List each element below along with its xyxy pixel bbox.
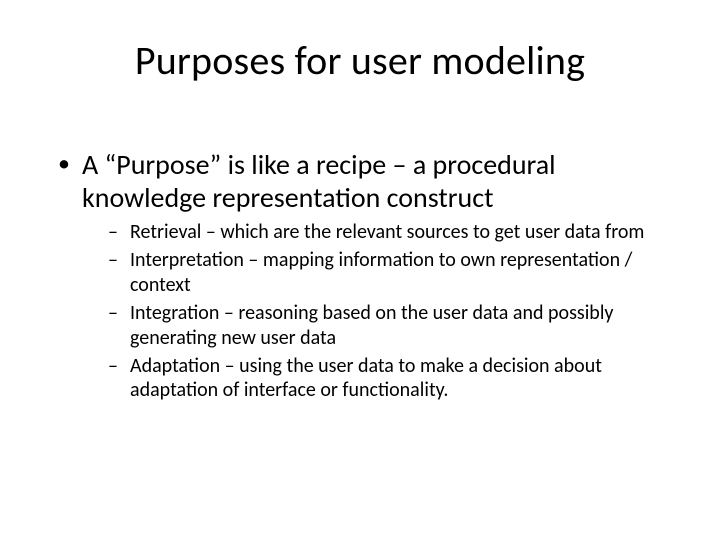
sub-bullet-item: Adaptation – using the user data to make… xyxy=(108,354,676,403)
slide: Purposes for user modeling A “Purpose” i… xyxy=(0,0,720,540)
sub-bullet-text: Interpretation – mapping information to … xyxy=(130,248,632,296)
slide-body: A “Purpose” is like a recipe – a procedu… xyxy=(54,148,676,413)
sub-bullet-text: Adaptation – using the user data to make… xyxy=(130,354,602,402)
bullet-list: A “Purpose” is like a recipe – a procedu… xyxy=(54,148,676,403)
bullet-text: A “Purpose” is like a recipe – a procedu… xyxy=(82,147,556,215)
bullet-item: A “Purpose” is like a recipe – a procedu… xyxy=(54,148,676,403)
sub-bullet-text: Integration – reasoning based on the use… xyxy=(130,301,613,349)
slide-title: Purposes for user modeling xyxy=(0,36,720,85)
sub-bullet-list: Retrieval – which are the relevant sourc… xyxy=(82,220,676,403)
sub-bullet-item: Integration – reasoning based on the use… xyxy=(108,301,676,350)
sub-bullet-item: Retrieval – which are the relevant sourc… xyxy=(108,220,676,244)
sub-bullet-item: Interpretation – mapping information to … xyxy=(108,248,676,297)
sub-bullet-text: Retrieval – which are the relevant sourc… xyxy=(130,220,644,244)
